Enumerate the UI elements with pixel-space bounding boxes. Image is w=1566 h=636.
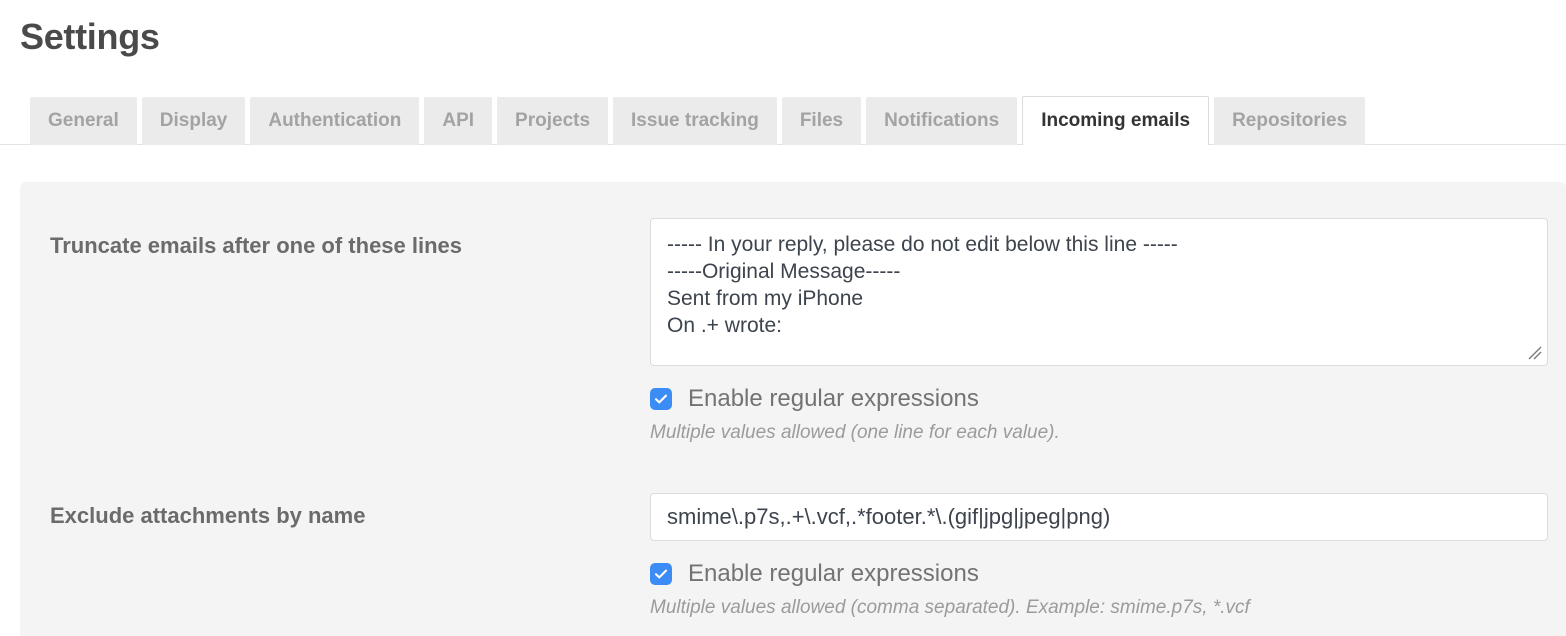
exclude-attachments-control: Enable regular expressions Multiple valu… — [650, 493, 1548, 620]
tab-display[interactable]: Display — [141, 97, 246, 145]
settings-tab-strip: General Display Authentication API Proje… — [30, 96, 1370, 145]
truncate-regex-checkbox-label[interactable]: Enable regular expressions — [688, 385, 979, 413]
truncate-emails-textarea-wrap: ----- In your reply, please do not edit … — [650, 218, 1548, 366]
tab-files[interactable]: Files — [781, 97, 862, 145]
exclude-attachments-hint: Multiple values allowed (comma separated… — [650, 597, 1250, 618]
tab-issue-tracking[interactable]: Issue tracking — [613, 97, 777, 145]
truncate-regex-checkbox-row[interactable]: Enable regular expressions — [650, 385, 1548, 413]
tab-repositories[interactable]: Repositories — [1214, 97, 1366, 145]
exclude-attachments-label: Exclude attachments by name — [50, 503, 366, 528]
tab-incoming-emails[interactable]: Incoming emails — [1022, 96, 1210, 145]
tab-notifications[interactable]: Notifications — [866, 97, 1018, 145]
exclude-regex-checkbox[interactable] — [650, 563, 672, 585]
tab-projects[interactable]: Projects — [497, 97, 609, 145]
exclude-regex-checkbox-label[interactable]: Enable regular expressions — [688, 560, 979, 588]
truncate-regex-checkbox[interactable] — [650, 388, 672, 410]
truncate-emails-textarea[interactable]: ----- In your reply, please do not edit … — [650, 218, 1548, 366]
check-icon — [654, 569, 668, 579]
tab-general[interactable]: General — [30, 97, 137, 145]
exclude-attachments-input[interactable] — [650, 493, 1548, 541]
truncate-emails-hint: Multiple values allowed (one line for ea… — [650, 422, 1060, 443]
tab-api[interactable]: API — [424, 97, 493, 145]
page-title: Settings — [20, 16, 160, 57]
truncate-emails-control: ----- In your reply, please do not edit … — [650, 218, 1548, 445]
exclude-regex-checkbox-row[interactable]: Enable regular expressions — [650, 560, 1548, 588]
settings-page: Settings General Display Authentication … — [0, 0, 1566, 636]
truncate-emails-label: Truncate emails after one of these lines — [50, 233, 463, 258]
check-icon — [654, 394, 668, 404]
settings-panel: Truncate emails after one of these lines… — [20, 182, 1566, 636]
tab-authentication[interactable]: Authentication — [250, 97, 420, 145]
